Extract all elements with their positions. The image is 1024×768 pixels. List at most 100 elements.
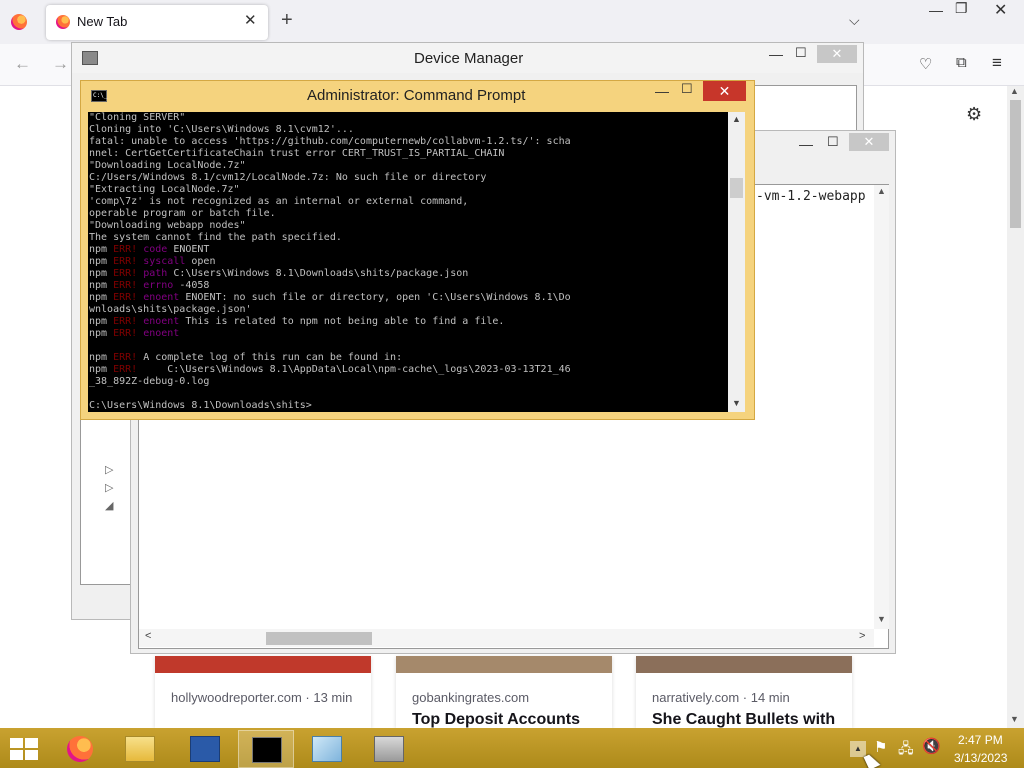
page-scrollbar[interactable]: ▲ ▼ [1007, 86, 1024, 728]
scroll-down-icon[interactable]: ▼ [1010, 714, 1019, 724]
close-button[interactable]: ✕ [849, 133, 889, 151]
scroll-left-icon[interactable]: < [145, 630, 151, 642]
forward-button[interactable]: → [52, 54, 69, 74]
console-text: enoent [137, 292, 180, 303]
maximize-button[interactable]: ☐ [795, 45, 807, 61]
scroll-up-icon[interactable]: ▲ [732, 114, 741, 124]
minimize-button[interactable]: — [655, 83, 669, 99]
console-text: npm [89, 280, 114, 291]
console-text: ERR! [113, 256, 138, 267]
console-line: npm ERR! enoent [89, 328, 571, 340]
console-text: ERR! [113, 316, 138, 327]
firefox-icon [56, 15, 70, 29]
console-text: ERR! [113, 364, 138, 375]
console-line: "Downloading LocalNode.7z" [89, 160, 571, 172]
maximize-button[interactable]: ☐ [681, 81, 693, 97]
console-scrollbar[interactable]: ▲ ▼ [728, 112, 745, 412]
volume-muted-icon[interactable]: 🔇 [922, 737, 941, 755]
scroll-down-icon[interactable]: ▼ [732, 398, 741, 408]
browser-restore-button[interactable]: ❐ [955, 0, 968, 17]
start-button[interactable] [10, 738, 38, 760]
console-text: npm [89, 244, 114, 255]
tree-expand-icon[interactable]: ▷ [105, 461, 113, 479]
tree-collapse-icon[interactable]: ◢ [105, 497, 113, 515]
story-image [396, 656, 612, 673]
close-button[interactable]: ✕ [703, 81, 746, 101]
maximize-button[interactable]: ☐ [827, 134, 839, 150]
editor-horizontal-scrollbar[interactable]: < > [139, 629, 874, 647]
pocket-icon[interactable]: ♡ [919, 55, 932, 73]
command-prompt-titlebar[interactable]: C:\_ Administrator: Command Prompt — ☐ ✕ [81, 81, 754, 109]
scroll-thumb[interactable] [1010, 100, 1021, 228]
minimize-button[interactable]: — [799, 136, 813, 152]
device-manager-icon [374, 736, 404, 762]
firefox-view-icon[interactable] [11, 14, 27, 30]
extensions-icon[interactable]: ⧉ [956, 54, 967, 71]
windows-logo-icon [25, 750, 38, 760]
action-center-flag-icon[interactable]: ⚑ [874, 738, 887, 756]
scroll-thumb[interactable] [730, 178, 743, 198]
console-line: "Cloning SERVER" [89, 112, 571, 124]
scroll-thumb[interactable] [266, 632, 372, 645]
powershell-taskbar-button[interactable] [177, 730, 233, 768]
console-line: nnel: CertGetCertificateChain trust erro… [89, 148, 571, 160]
cmd-icon[interactable]: C:\_ [91, 90, 107, 102]
window-title: Device Manager [414, 50, 524, 67]
cmd-taskbar-button[interactable] [238, 730, 294, 768]
clock-time[interactable]: 2:47 PM [958, 733, 1003, 747]
story-title[interactable]: She Caught Bullets with [652, 711, 835, 728]
cmd-icon [252, 737, 282, 763]
browser-close-button[interactable]: ✕ [994, 0, 1007, 20]
console-text: operable program or batch file. [89, 208, 276, 219]
scroll-right-icon[interactable]: > [859, 630, 865, 642]
firefox-icon [67, 736, 93, 762]
clock-date[interactable]: 3/13/2023 [954, 751, 1007, 765]
minimize-button[interactable]: — [769, 46, 783, 62]
browser-minimize-button[interactable]: — [929, 2, 943, 18]
device-manager-titlebar[interactable]: Device Manager — ☐ ✕ [72, 43, 863, 73]
firefox-taskbar-button[interactable] [52, 730, 108, 768]
story-card[interactable]: gobankingrates.com Top Deposit Accounts [396, 656, 612, 728]
close-button[interactable]: ✕ [817, 45, 857, 63]
console-text: npm [89, 256, 114, 267]
notepad-taskbar-button[interactable] [299, 730, 355, 768]
browser-tabstrip: New Tab ✕ + ⌵ — ❐ ✕ [0, 0, 1024, 44]
console-text: errno [137, 280, 174, 291]
tab-new-tab[interactable]: New Tab ✕ [46, 5, 268, 40]
console-text: npm [89, 268, 114, 279]
file-explorer-taskbar-button[interactable] [112, 730, 168, 768]
windows-logo-icon [10, 750, 23, 760]
console-line: npm ERR! enoent ENOENT: no such file or … [89, 292, 571, 304]
device-manager-taskbar-button[interactable] [361, 730, 417, 768]
new-tab-button[interactable]: + [281, 10, 293, 30]
console-text: C:/Users/Windows 8.1/cvm12/LocalNode.7z:… [89, 172, 487, 183]
console-line: wnloads\shits\package.json' [89, 304, 571, 316]
story-card[interactable]: narratively.com · 14 min She Caught Bull… [636, 656, 852, 728]
windows-logo-icon [25, 738, 38, 748]
powershell-icon [190, 736, 220, 762]
new-tab-settings-icon[interactable]: ⚙ [966, 104, 982, 125]
scroll-up-icon[interactable]: ▲ [1010, 86, 1019, 96]
editor-vertical-scrollbar[interactable]: ▲ ▼ [874, 185, 889, 629]
console-line: "Extracting LocalNode.7z" [89, 184, 571, 196]
console-line: npm ERR! C:\Users\Windows 8.1\AppData\Lo… [89, 364, 571, 376]
network-icon[interactable]: 🖧 [898, 738, 914, 762]
app-menu-icon[interactable]: ≡ [992, 53, 1002, 73]
console-text: enoent [137, 316, 180, 327]
scroll-down-icon[interactable]: ▼ [877, 614, 886, 624]
back-button[interactable]: ← [14, 54, 31, 74]
console-text: ENOENT [167, 244, 210, 255]
story-card[interactable]: hollywoodreporter.com · 13 min [155, 656, 371, 728]
console-line: _38_892Z-debug-0.log [89, 376, 571, 388]
console-output[interactable]: "Cloning SERVER" Cloning into 'C:\Users\W… [88, 112, 728, 412]
show-hidden-icons-button[interactable]: ▲ [850, 741, 866, 757]
story-title[interactable]: Top Deposit Accounts [412, 711, 580, 728]
scroll-up-icon[interactable]: ▲ [877, 186, 886, 196]
console-text: npm [89, 364, 114, 375]
list-all-tabs-button[interactable]: ⌵ [849, 12, 860, 29]
tab-close-icon[interactable]: ✕ [244, 11, 257, 29]
console-text: wnloads\shits\package.json' [89, 304, 252, 315]
console-text: syscall [137, 256, 186, 267]
tree-expand-icon[interactable]: ▷ [105, 479, 113, 497]
